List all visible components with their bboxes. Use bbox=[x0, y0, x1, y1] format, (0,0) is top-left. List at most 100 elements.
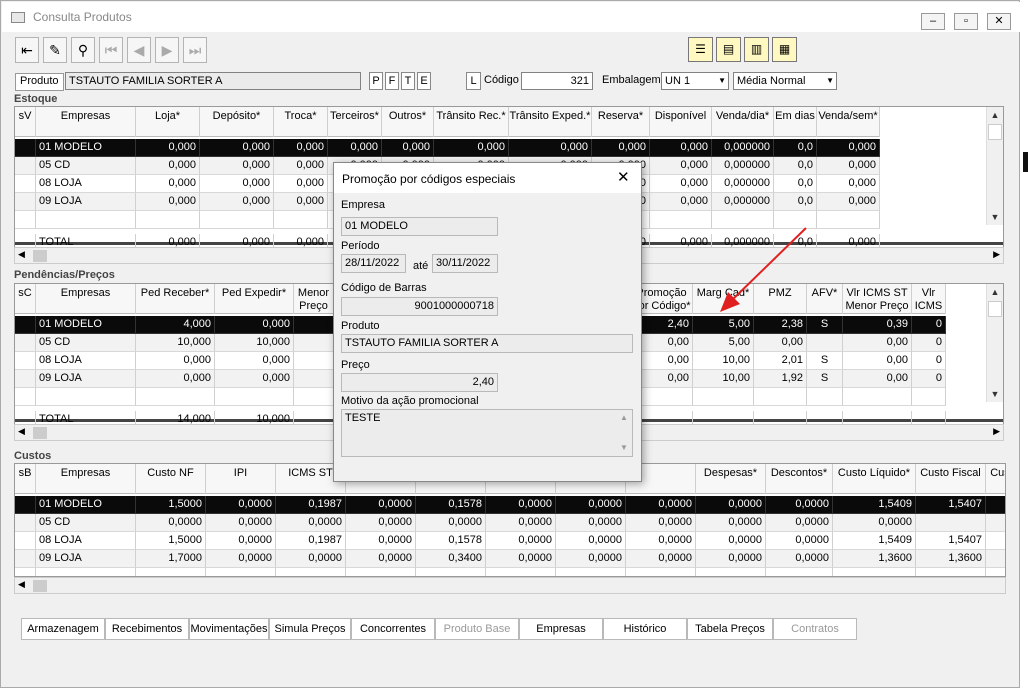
pendencias-column-header[interactable]: Vlr ICMS ST Menor Preço bbox=[843, 284, 912, 314]
pendencias-column-header[interactable]: Empresas bbox=[36, 284, 136, 314]
tab-movimenta-es[interactable]: Movimentações bbox=[189, 618, 269, 640]
scroll-left-icon[interactable]: ◀ bbox=[18, 249, 25, 260]
scroll-down-icon[interactable]: ▼ bbox=[617, 441, 631, 455]
scroll-up-icon[interactable]: ▲ bbox=[617, 411, 631, 425]
scroll-up-icon[interactable]: ▲ bbox=[987, 284, 1003, 300]
e-button[interactable]: E bbox=[417, 72, 431, 90]
pendencias-column-header[interactable]: Vlr ICMS ST Maior Preço bbox=[912, 284, 946, 314]
tab-simula-pre-os[interactable]: Simula Preços bbox=[269, 618, 351, 640]
scroll-thumb[interactable] bbox=[33, 427, 47, 439]
estoque-column-header[interactable]: sV bbox=[15, 107, 36, 137]
custos-column-header[interactable]: Descontos* bbox=[766, 464, 833, 494]
produto-dialog-field[interactable]: TSTAUTO FAMILIA SORTER A bbox=[341, 334, 633, 353]
custos-column-header[interactable]: Despesas* bbox=[696, 464, 766, 494]
custos-column-header[interactable]: sB bbox=[15, 464, 36, 494]
periodo-from-field[interactable]: 28/11/2022 bbox=[341, 254, 406, 273]
vertical-scrollbar[interactable]: ▲ ▼ bbox=[986, 107, 1003, 225]
estoque-column-header[interactable]: Trânsito Rec.* bbox=[434, 107, 509, 137]
close-button[interactable]: ✕ bbox=[987, 13, 1011, 30]
empresa-field[interactable]: 01 MODELO bbox=[341, 217, 498, 236]
codigo-field[interactable]: 321 bbox=[521, 72, 593, 90]
binoculars-icon[interactable]: ⚲ bbox=[71, 37, 95, 63]
custos-column-header[interactable]: Custo Líquido* bbox=[833, 464, 916, 494]
scroll-down-icon[interactable]: ▼ bbox=[987, 209, 1003, 225]
tab-concorrentes[interactable]: Concorrentes bbox=[351, 618, 435, 640]
pendencias-column-header[interactable]: Ped Expedir* bbox=[215, 284, 294, 314]
pendencias-column-header[interactable]: sC bbox=[15, 284, 36, 314]
scroll-thumb[interactable] bbox=[988, 124, 1002, 140]
estoque-column-header[interactable]: Troca* bbox=[274, 107, 328, 137]
estoque-column-header[interactable]: Venda/dia* bbox=[712, 107, 774, 137]
estoque-column-header[interactable]: Disponível bbox=[650, 107, 712, 137]
tab-produto-base[interactable]: Produto Base bbox=[435, 618, 519, 640]
t-button[interactable]: T bbox=[401, 72, 415, 90]
scroll-thumb[interactable] bbox=[988, 301, 1002, 317]
estoque-column-header[interactable]: Loja* bbox=[136, 107, 200, 137]
custos-column-header[interactable]: Custo NF bbox=[136, 464, 206, 494]
custos-column-header[interactable]: Empresas bbox=[36, 464, 136, 494]
estoque-column-header[interactable]: Terceiros* bbox=[328, 107, 382, 137]
estoque-column-header[interactable]: Em dias bbox=[774, 107, 817, 137]
scroll-up-icon[interactable]: ▲ bbox=[987, 107, 1003, 123]
l-button[interactable]: L bbox=[466, 72, 481, 90]
tab-armazenagem[interactable]: Armazenagem bbox=[21, 618, 105, 640]
estoque-column-header[interactable]: Outros* bbox=[382, 107, 434, 137]
first-record-icon[interactable]: ⏮ bbox=[99, 37, 123, 63]
table-cell bbox=[807, 411, 843, 424]
tab-empresas[interactable]: Empresas bbox=[519, 618, 603, 640]
tab-recebimentos[interactable]: Recebimentos bbox=[105, 618, 189, 640]
pendencias-column-header[interactable]: Ped Receber* bbox=[136, 284, 215, 314]
scroll-right-icon[interactable]: ▶ bbox=[993, 426, 1000, 437]
preco-field[interactable]: 2,40 bbox=[341, 373, 498, 392]
exit-icon[interactable]: ⇤ bbox=[15, 37, 39, 63]
maximize-button[interactable]: ▫ bbox=[954, 13, 978, 30]
f-button[interactable]: F bbox=[385, 72, 399, 90]
p-button[interactable]: P bbox=[369, 72, 383, 90]
media-select[interactable]: Média Normal ▼ bbox=[733, 72, 837, 90]
tab-tabela-pre-os[interactable]: Tabela Preços bbox=[687, 618, 773, 640]
motivo-label: Motivo da ação promocional bbox=[341, 395, 479, 407]
embalagem-select[interactable]: UN 1 ▼ bbox=[661, 72, 729, 90]
motivo-textarea[interactable]: TESTE ▲ ▼ bbox=[341, 409, 633, 457]
produto-field[interactable]: TSTAUTO FAMILIA SORTER A bbox=[65, 72, 361, 90]
layout-3-icon[interactable]: ▦ bbox=[772, 37, 797, 62]
custos-column-header[interactable]: Custo Fiscal bbox=[916, 464, 986, 494]
estoque-column-header[interactable]: Reserva* bbox=[592, 107, 650, 137]
next-record-icon[interactable]: ▶ bbox=[155, 37, 179, 63]
estoque-column-header[interactable]: Empresas bbox=[36, 107, 136, 137]
periodo-to-field[interactable]: 30/11/2022 bbox=[432, 254, 498, 273]
table-row[interactable]: 05 CD 0,0000 0,0000 0,0000 0,0000 0,0000 0,000… bbox=[15, 514, 1005, 532]
tab-contratos[interactable]: Contratos bbox=[773, 618, 857, 640]
list-view-icon[interactable]: ☰ bbox=[688, 37, 713, 62]
table-row[interactable]: 08 LOJA 1,5000 0,0000 0,1987 0,0000 0,1578 0,0… bbox=[15, 532, 1005, 550]
prev-record-icon[interactable]: ◀ bbox=[127, 37, 151, 63]
tab-hist-rico[interactable]: Histórico bbox=[603, 618, 687, 640]
scroll-left-icon[interactable]: ◀ bbox=[18, 426, 25, 437]
estoque-column-header[interactable]: Trânsito Exped.* bbox=[509, 107, 592, 137]
vertical-scrollbar[interactable]: ▲ ▼ bbox=[986, 284, 1003, 402]
scroll-thumb[interactable] bbox=[33, 580, 47, 592]
custos-column-header[interactable]: IPI bbox=[206, 464, 276, 494]
custos-column-header[interactable]: Custo Verba Sell In bbox=[986, 464, 1005, 494]
table-row[interactable]: 01 MODELO 0,000 0,000 0,000 0,000 0,000 0,000 0… bbox=[15, 139, 880, 157]
scroll-down-icon[interactable]: ▼ bbox=[987, 386, 1003, 402]
clear-icon[interactable]: ✎ bbox=[43, 37, 67, 63]
last-record-icon[interactable]: ⏭ bbox=[183, 37, 207, 63]
table-row[interactable]: 01 MODELO 1,5000 0,0000 0,1987 0,0000 0,1578 0… bbox=[15, 496, 1005, 514]
estoque-column-header[interactable]: Venda/sem* bbox=[817, 107, 880, 137]
table-cell: 2,01 bbox=[754, 352, 807, 370]
pendencias-column-header[interactable]: Menor Preço bbox=[294, 284, 334, 314]
custos-hscroll[interactable]: ◀ bbox=[14, 577, 1006, 594]
scroll-right-icon[interactable]: ▶ bbox=[993, 249, 1000, 260]
scroll-left-icon[interactable]: ◀ bbox=[18, 579, 25, 590]
dialog-close-button[interactable]: ✕ bbox=[617, 168, 630, 186]
table-row[interactable]: 09 LOJA 1,7000 0,0000 0,0000 0,0000 0,3400 0,0… bbox=[15, 550, 1005, 568]
layout-2-icon[interactable]: ▥ bbox=[744, 37, 769, 62]
estoque-column-header[interactable]: Depósito* bbox=[200, 107, 274, 137]
pendencias-section-title: Pendências/Preços bbox=[14, 269, 115, 281]
minimize-button[interactable]: – bbox=[921, 13, 945, 30]
layout-1-icon[interactable]: ▤ bbox=[716, 37, 741, 62]
scroll-thumb[interactable] bbox=[33, 250, 47, 262]
table-cell: 0,0000 bbox=[486, 550, 556, 568]
codbarras-field[interactable]: 9001000000718 bbox=[341, 297, 498, 316]
